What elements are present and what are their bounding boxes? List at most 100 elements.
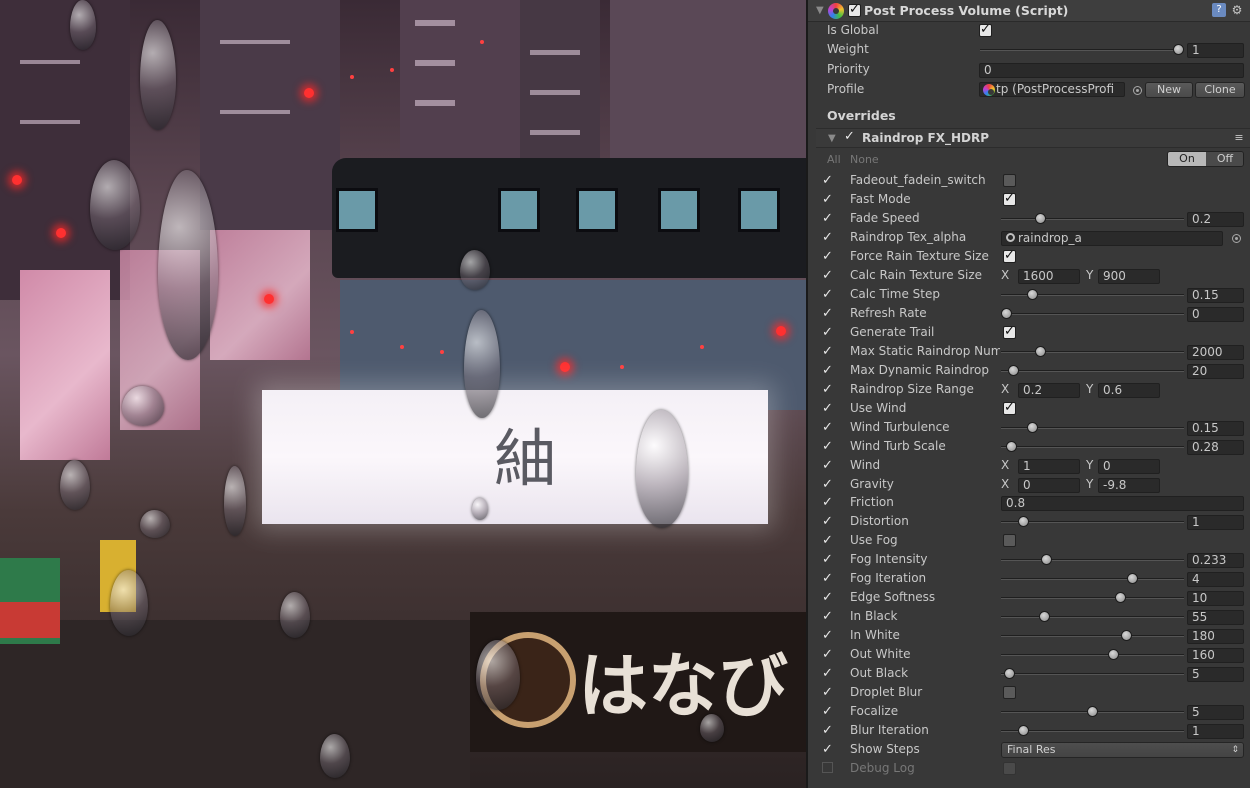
show-steps-dropdown[interactable]: Final Res ⇕ — [1001, 742, 1244, 758]
new-profile-button[interactable]: New — [1145, 82, 1193, 98]
override-checkbox[interactable]: ✓ — [822, 629, 836, 643]
fog-intensity-slider-thumb[interactable] — [1041, 554, 1052, 565]
override-checkbox[interactable]: ✓ — [822, 572, 836, 586]
max-dynamic-raindrop-value-field[interactable]: 20 — [1187, 364, 1244, 379]
fast-mode-checkbox[interactable] — [1003, 191, 1016, 206]
is-global-checkbox[interactable] — [979, 22, 992, 37]
priority-field[interactable]: 0 — [979, 63, 1244, 78]
all-link[interactable]: All — [827, 153, 841, 166]
use-fog-checkbox[interactable] — [1003, 534, 1016, 547]
wind-turb-scale-value-field[interactable]: 0.28 — [1187, 440, 1244, 455]
raindrop-tex-alpha-object-field[interactable]: raindrop_a — [1001, 231, 1223, 246]
edge-softness-value-field[interactable]: 10 — [1187, 591, 1244, 606]
calc-rain-texture-size-x-field[interactable]: 1600 — [1018, 269, 1080, 284]
override-checkbox[interactable]: ✓ — [822, 667, 836, 681]
out-black-slider-track[interactable] — [1001, 673, 1184, 675]
distortion-slider-thumb[interactable] — [1018, 516, 1029, 527]
focalize-slider-thumb[interactable] — [1087, 706, 1098, 717]
fog-intensity-value-field[interactable]: 0.233 — [1187, 553, 1244, 568]
weight-slider-thumb[interactable] — [1173, 44, 1184, 55]
override-checkbox[interactable]: ✓ — [822, 648, 836, 662]
override-checkbox[interactable]: ✓ — [822, 421, 836, 435]
foldout-arrow-icon[interactable]: ▼ — [816, 5, 824, 16]
out-white-slider-track[interactable] — [1001, 654, 1184, 656]
blur-iteration-value-field[interactable]: 1 — [1187, 724, 1244, 739]
focalize-value-field[interactable]: 5 — [1187, 705, 1244, 720]
in-black-value-field[interactable]: 55 — [1187, 610, 1244, 625]
max-dynamic-raindrop-slider-thumb[interactable] — [1008, 365, 1019, 376]
in-white-slider-thumb[interactable] — [1121, 630, 1132, 641]
wind-turbulence-slider-thumb[interactable] — [1027, 422, 1038, 433]
max-static-raindrop-num-slider-track[interactable] — [1001, 351, 1184, 353]
off-button[interactable]: Off — [1206, 152, 1243, 166]
help-icon[interactable]: ? — [1212, 3, 1226, 17]
override-checkbox[interactable]: ✓ — [822, 345, 836, 359]
droplet-blur-checkbox[interactable] — [1003, 686, 1016, 699]
override-checkbox[interactable]: ✓ — [822, 610, 836, 624]
fade-speed-slider-track[interactable] — [1001, 218, 1184, 220]
gravity-x-field[interactable]: 0 — [1018, 478, 1080, 493]
edge-softness-slider-thumb[interactable] — [1115, 592, 1126, 603]
override-checkbox[interactable]: ✓ — [822, 174, 836, 188]
override-checkbox[interactable]: ✓ — [822, 307, 836, 321]
override-checkbox[interactable]: ✓ — [822, 231, 836, 245]
in-white-value-field[interactable]: 180 — [1187, 629, 1244, 644]
out-white-slider-thumb[interactable] — [1108, 649, 1119, 660]
override-checkbox[interactable]: ✓ — [822, 478, 836, 492]
gear-icon[interactable]: ⚙ — [1230, 3, 1244, 17]
override-checkbox[interactable]: ✓ — [822, 402, 836, 416]
fog-intensity-slider-track[interactable] — [1001, 559, 1184, 561]
override-checkbox[interactable]: ✓ — [822, 743, 836, 757]
fog-iteration-slider-track[interactable] — [1001, 578, 1184, 580]
effect-enabled-checkbox[interactable] — [844, 129, 857, 145]
none-link[interactable]: None — [850, 153, 879, 166]
override-checkbox[interactable]: ✓ — [822, 288, 836, 302]
friction-field[interactable]: 0.8 — [1001, 496, 1244, 511]
override-checkbox[interactable]: ✓ — [822, 459, 836, 473]
calc-time-step-slider-thumb[interactable] — [1027, 289, 1038, 300]
component-header[interactable]: ▼ Post Process Volume (Script) ? ⚙ — [808, 0, 1250, 22]
override-checkbox[interactable]: ✓ — [822, 553, 836, 567]
max-static-raindrop-num-slider-thumb[interactable] — [1035, 346, 1046, 357]
override-checkbox[interactable]: ✓ — [822, 193, 836, 207]
override-checkbox[interactable]: ✓ — [822, 326, 836, 340]
override-checkbox[interactable]: ✓ — [822, 591, 836, 605]
raindrop-size-range-x-field[interactable]: 0.2 — [1018, 383, 1080, 398]
effect-menu-icon[interactable]: ≡ — [1232, 131, 1246, 145]
wind-turbulence-value-field[interactable]: 0.15 — [1187, 421, 1244, 436]
fog-iteration-slider-thumb[interactable] — [1127, 573, 1138, 584]
weight-field[interactable]: 1 — [1187, 43, 1244, 58]
scene-viewport[interactable]: 紬 はなび — [0, 0, 806, 788]
fade-speed-slider-thumb[interactable] — [1035, 213, 1046, 224]
calc-time-step-value-field[interactable]: 0.15 — [1187, 288, 1244, 303]
use-wind-checkbox[interactable] — [1003, 400, 1016, 415]
override-checkbox[interactable]: ✓ — [822, 686, 836, 700]
raindrop-size-range-y-field[interactable]: 0.6 — [1098, 383, 1160, 398]
in-white-slider-track[interactable] — [1001, 635, 1184, 637]
weight-slider-track[interactable] — [980, 49, 1183, 51]
object-picker-icon[interactable] — [1232, 234, 1241, 243]
override-checkbox[interactable]: ✓ — [822, 364, 836, 378]
override-checkbox[interactable]: ✓ — [822, 250, 836, 264]
blur-iteration-slider-thumb[interactable] — [1018, 725, 1029, 736]
fade-speed-value-field[interactable]: 0.2 — [1187, 212, 1244, 227]
max-dynamic-raindrop-slider-track[interactable] — [1001, 370, 1184, 372]
override-checkbox[interactable]: ✓ — [822, 515, 836, 529]
edge-softness-slider-track[interactable] — [1001, 597, 1184, 599]
wind-turb-scale-slider-track[interactable] — [1001, 446, 1184, 448]
clone-profile-button[interactable]: Clone — [1195, 82, 1245, 98]
override-checkbox[interactable]: ✓ — [822, 383, 836, 397]
override-checkbox[interactable]: ✓ — [822, 212, 836, 226]
override-checkbox[interactable]: ✓ — [822, 724, 836, 738]
override-checkbox[interactable] — [822, 762, 833, 773]
override-checkbox[interactable]: ✓ — [822, 440, 836, 454]
refresh-rate-value-field[interactable]: 0 — [1187, 307, 1244, 322]
object-picker-icon[interactable] — [1133, 86, 1142, 95]
override-checkbox[interactable]: ✓ — [822, 496, 836, 510]
out-white-value-field[interactable]: 160 — [1187, 648, 1244, 663]
effect-header[interactable]: ▼ Raindrop FX_HDRP ≡ — [816, 128, 1250, 148]
wind-turb-scale-slider-thumb[interactable] — [1006, 441, 1017, 452]
out-black-value-field[interactable]: 5 — [1187, 667, 1244, 682]
wind-y-field[interactable]: 0 — [1098, 459, 1160, 474]
in-black-slider-thumb[interactable] — [1039, 611, 1050, 622]
